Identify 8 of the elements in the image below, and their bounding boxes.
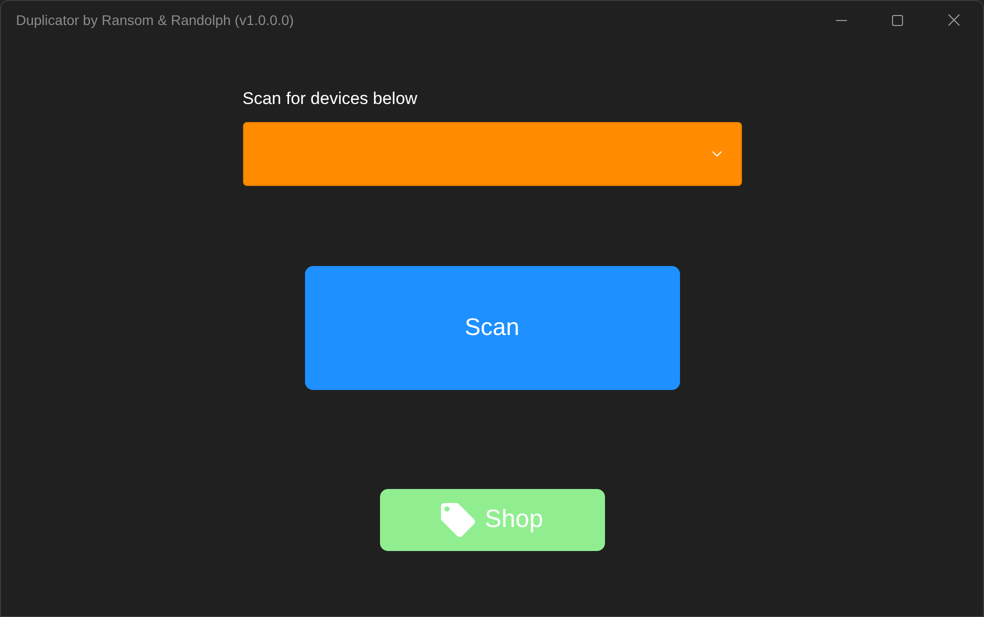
dropdown-label: Scan for devices below [242,88,418,110]
maximize-icon [892,14,902,26]
window-title: Duplicator by Ransom & Randolph (v1.0.0.0) [16,10,294,30]
chevron-down-icon [712,151,722,157]
device-dropdown[interactable] [242,122,742,186]
tag-icon [440,503,475,537]
scan-button[interactable]: Scan [304,266,680,390]
close-icon [948,14,960,26]
